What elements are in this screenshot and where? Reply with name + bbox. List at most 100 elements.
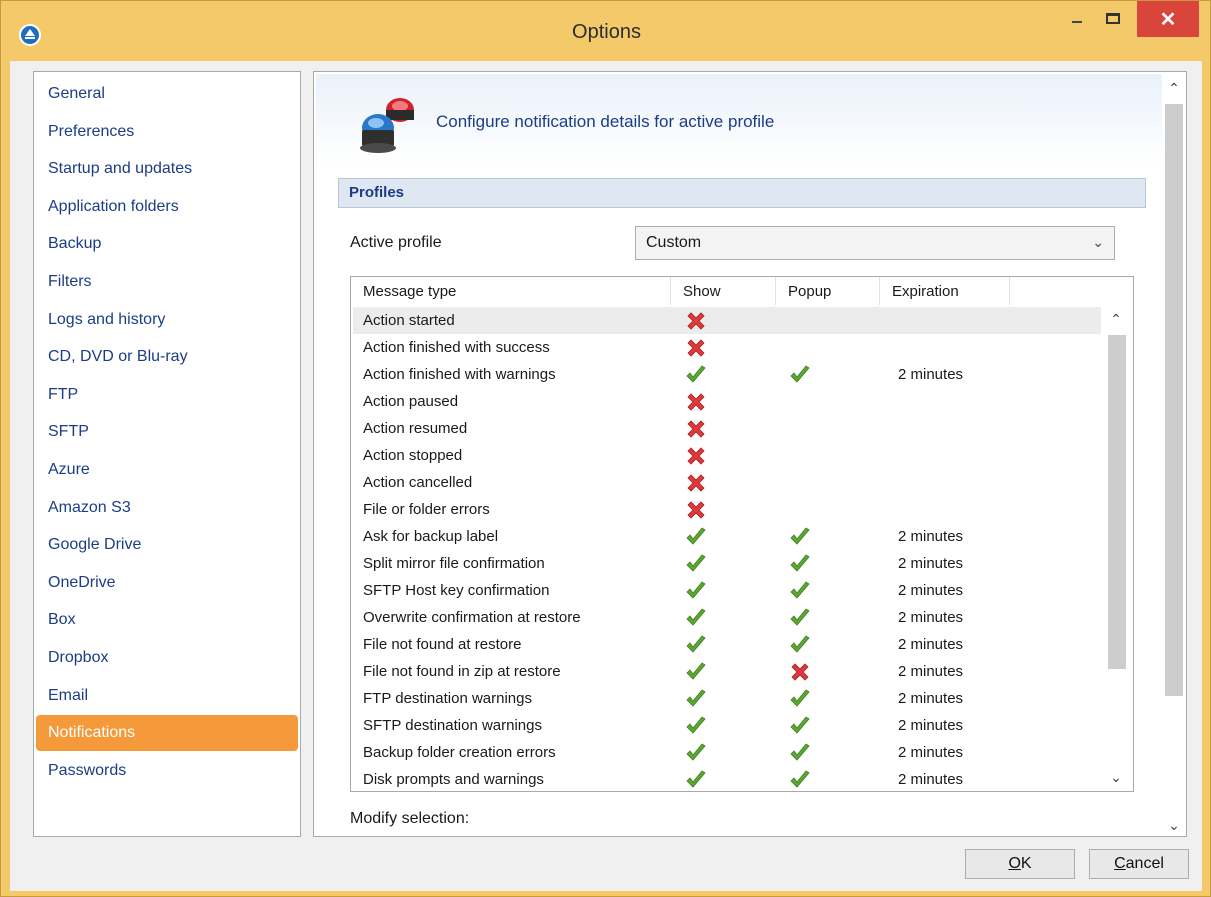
column-header-expiration[interactable]: Expiration [880, 277, 1010, 305]
table-row[interactable]: Backup folder creation errors 2 minutes [353, 739, 1101, 766]
sidebar-item-azure[interactable]: Azure [34, 452, 300, 488]
sidebar-item-amazon-s3[interactable]: Amazon S3 [34, 490, 300, 526]
table-row[interactable]: Action paused [353, 388, 1101, 415]
check-icon[interactable] [789, 364, 811, 386]
check-icon[interactable] [685, 553, 707, 575]
cross-icon[interactable] [685, 499, 707, 521]
table-row[interactable]: FTP destination warnings 2 minutes [353, 685, 1101, 712]
panel-scroll-down-icon[interactable]: ⌄ [1162, 817, 1186, 834]
sidebar-item-passwords[interactable]: Passwords [34, 753, 300, 789]
popup-cell[interactable] [789, 553, 811, 575]
popup-cell[interactable] [789, 769, 811, 791]
show-cell[interactable] [685, 526, 707, 548]
table-scroll-thumb[interactable] [1108, 335, 1126, 669]
column-header-show[interactable]: Show [671, 277, 776, 305]
table-row[interactable]: Ask for backup label 2 minutes [353, 523, 1101, 550]
table-row[interactable]: Overwrite confirmation at restore 2 minut… [353, 604, 1101, 631]
table-row[interactable]: File not found in zip at restore 2 minute… [353, 658, 1101, 685]
cross-icon[interactable] [685, 337, 707, 359]
sidebar-item-filters[interactable]: Filters [34, 264, 300, 300]
sidebar-item-backup[interactable]: Backup [34, 226, 300, 262]
cross-icon[interactable] [685, 310, 707, 332]
check-icon[interactable] [685, 607, 707, 629]
show-cell[interactable] [685, 715, 707, 737]
show-cell[interactable] [685, 661, 707, 683]
check-icon[interactable] [685, 580, 707, 602]
popup-cell[interactable] [789, 661, 811, 683]
table-row[interactable]: Action finished with warnings 2 minutes [353, 361, 1101, 388]
popup-cell[interactable] [789, 607, 811, 629]
check-icon[interactable] [789, 715, 811, 737]
table-row[interactable]: Action finished with success [353, 334, 1101, 361]
show-cell[interactable] [685, 607, 707, 629]
scroll-down-icon[interactable]: ⌄ [1101, 763, 1131, 791]
popup-cell[interactable] [789, 634, 811, 656]
show-cell[interactable] [685, 580, 707, 602]
sidebar-item-notifications[interactable]: Notifications [36, 715, 298, 752]
cross-icon[interactable] [789, 661, 811, 683]
table-row[interactable]: Action stopped [353, 442, 1101, 469]
sidebar-item-onedrive[interactable]: OneDrive [34, 565, 300, 601]
show-cell[interactable] [685, 553, 707, 575]
sidebar-item-box[interactable]: Box [34, 602, 300, 638]
show-cell[interactable] [685, 634, 707, 656]
show-cell[interactable] [685, 445, 707, 467]
check-icon[interactable] [789, 634, 811, 656]
table-scrollbar[interactable]: ⌃ ⌄ [1101, 305, 1131, 791]
popup-cell[interactable] [789, 580, 811, 602]
panel-scroll-up-icon[interactable]: ⌃ [1162, 80, 1186, 97]
sidebar-item-logs-and-history[interactable]: Logs and history [34, 302, 300, 338]
popup-cell[interactable] [789, 715, 811, 737]
check-icon[interactable] [789, 742, 811, 764]
table-row[interactable]: SFTP Host key confirmation 2 minutes [353, 577, 1101, 604]
popup-cell[interactable] [789, 688, 811, 710]
popup-cell[interactable] [789, 526, 811, 548]
check-icon[interactable] [789, 607, 811, 629]
table-row[interactable]: Action cancelled [353, 469, 1101, 496]
panel-scrollbar[interactable]: ⌃ ⌄ [1162, 74, 1186, 836]
popup-cell[interactable] [789, 742, 811, 764]
check-icon[interactable] [789, 580, 811, 602]
table-row[interactable]: File not found at restore 2 minutes [353, 631, 1101, 658]
table-row[interactable]: Disk prompts and warnings 2 minutes [353, 766, 1101, 791]
sidebar-item-email[interactable]: Email [34, 678, 300, 714]
check-icon[interactable] [789, 769, 811, 791]
cross-icon[interactable] [685, 445, 707, 467]
panel-scroll-thumb[interactable] [1165, 104, 1183, 696]
cross-icon[interactable] [685, 391, 707, 413]
show-cell[interactable] [685, 769, 707, 791]
title-bar[interactable]: Options ✕ [1, 1, 1210, 61]
check-icon[interactable] [685, 634, 707, 656]
cross-icon[interactable] [685, 418, 707, 440]
check-icon[interactable] [789, 526, 811, 548]
check-icon[interactable] [789, 553, 811, 575]
active-profile-select[interactable]: Custom ⌄ [635, 226, 1115, 260]
show-cell[interactable] [685, 688, 707, 710]
check-icon[interactable] [789, 688, 811, 710]
close-button[interactable]: ✕ [1137, 1, 1199, 37]
table-row[interactable]: File or folder errors [353, 496, 1101, 523]
table-row[interactable]: Action resumed [353, 415, 1101, 442]
cancel-button[interactable]: Cancel [1089, 849, 1189, 879]
show-cell[interactable] [685, 310, 707, 332]
sidebar-item-cd-dvd-or-blu-ray[interactable]: CD, DVD or Blu-ray [34, 339, 300, 375]
sidebar-item-application-folders[interactable]: Application folders [34, 189, 300, 225]
sidebar-item-general[interactable]: General [34, 76, 300, 112]
show-cell[interactable] [685, 364, 707, 386]
show-cell[interactable] [685, 742, 707, 764]
sidebar-item-google-drive[interactable]: Google Drive [34, 527, 300, 563]
table-row[interactable]: SFTP destination warnings 2 minutes [353, 712, 1101, 739]
show-cell[interactable] [685, 499, 707, 521]
show-cell[interactable] [685, 418, 707, 440]
show-cell[interactable] [685, 391, 707, 413]
check-icon[interactable] [685, 364, 707, 386]
sidebar-item-startup-and-updates[interactable]: Startup and updates [34, 151, 300, 187]
check-icon[interactable] [685, 526, 707, 548]
sidebar-item-dropbox[interactable]: Dropbox [34, 640, 300, 676]
show-cell[interactable] [685, 472, 707, 494]
sidebar-item-preferences[interactable]: Preferences [34, 114, 300, 150]
cross-icon[interactable] [685, 472, 707, 494]
check-icon[interactable] [685, 661, 707, 683]
column-header-message-type[interactable]: Message type [351, 277, 671, 305]
show-cell[interactable] [685, 337, 707, 359]
